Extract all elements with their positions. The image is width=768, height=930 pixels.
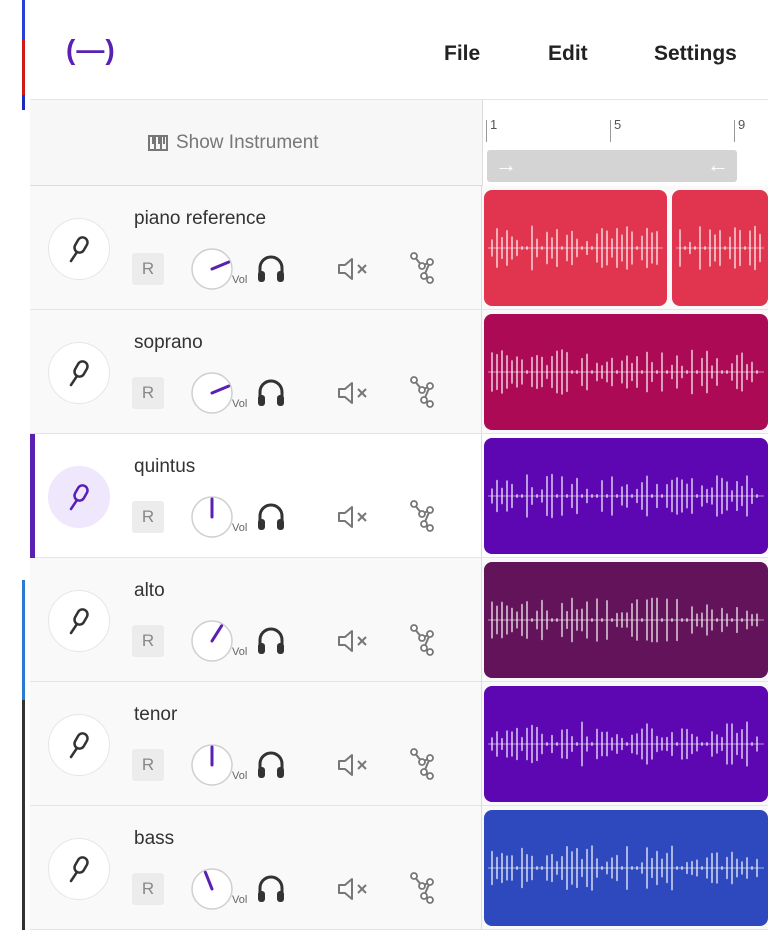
ruler-label-9: 9 <box>738 117 746 132</box>
track-header: quintus R Vol <box>30 434 482 558</box>
volume-knob[interactable] <box>190 867 234 911</box>
microphone-icon <box>69 732 89 759</box>
headphones-icon[interactable] <box>256 376 286 408</box>
show-instrument-label: Show Instrument <box>176 132 319 153</box>
volume-label: Vol <box>232 646 248 658</box>
volume-knob[interactable] <box>190 247 234 291</box>
mute-icon[interactable] <box>336 752 370 778</box>
track-row: tenor R Vol <box>30 682 768 806</box>
effects-icon[interactable] <box>406 746 438 782</box>
audio-clip[interactable] <box>672 190 768 306</box>
headphones-icon[interactable] <box>256 624 286 656</box>
audio-clip[interactable] <box>484 314 768 430</box>
headphones-icon[interactable] <box>256 252 286 284</box>
edge-mark <box>22 580 25 700</box>
loop-start-handle[interactable]: → <box>495 152 517 178</box>
effects-icon[interactable] <box>406 498 438 534</box>
daw-app: (—) File Edit Settings Show Instrument 1… <box>30 0 768 930</box>
mute-icon[interactable] <box>336 504 370 530</box>
volume-knob[interactable] <box>190 495 234 539</box>
track-name: quintus <box>134 456 196 477</box>
record-arm-button[interactable]: R <box>132 501 164 533</box>
ruler-label-1: 1 <box>490 117 498 132</box>
record-arm-button[interactable]: R <box>132 749 164 781</box>
headphones-icon[interactable] <box>256 500 286 532</box>
track-header: bass R Vol <box>30 806 482 930</box>
track-name: tenor <box>134 704 178 725</box>
effects-icon[interactable] <box>406 622 438 658</box>
left-edge-strip <box>0 0 30 930</box>
track-row: alto R Vol <box>30 558 768 682</box>
ruler-tick <box>734 120 735 142</box>
track-header-row: Show Instrument 1 5 9 → ← <box>30 100 768 186</box>
volume-label: Vol <box>232 274 248 286</box>
piano-keys-icon <box>148 135 168 151</box>
effects-icon[interactable] <box>406 250 438 286</box>
headphones-icon[interactable] <box>256 748 286 780</box>
track-header: tenor R Vol <box>30 682 482 806</box>
menu-settings[interactable]: Settings <box>654 42 737 66</box>
mute-icon[interactable] <box>336 876 370 902</box>
track-name: piano reference <box>134 208 267 229</box>
volume-knob[interactable] <box>190 619 234 663</box>
microphone-button[interactable] <box>48 342 110 404</box>
record-arm-button[interactable]: R <box>132 253 164 285</box>
audio-clip[interactable] <box>484 686 768 802</box>
effects-icon[interactable] <box>406 374 438 410</box>
record-arm-button[interactable]: R <box>132 873 164 905</box>
volume-label: Vol <box>232 770 248 782</box>
edge-mark <box>22 95 25 110</box>
track-header: alto R Vol <box>30 558 482 682</box>
volume-label: Vol <box>232 398 248 410</box>
edge-mark <box>22 40 25 95</box>
microphone-button[interactable] <box>48 714 110 776</box>
app-logo[interactable]: (—) <box>66 34 116 66</box>
mute-icon[interactable] <box>336 380 370 406</box>
microphone-icon <box>69 236 89 263</box>
microphone-icon <box>69 608 89 635</box>
mute-icon[interactable] <box>336 628 370 654</box>
timeline-ruler[interactable]: 1 5 9 → ← <box>482 100 768 186</box>
audio-clip[interactable] <box>484 190 667 306</box>
edge-mark <box>22 700 25 930</box>
audio-clip[interactable] <box>484 810 768 926</box>
microphone-button[interactable] <box>48 218 110 280</box>
microphone-icon <box>69 856 89 883</box>
loop-region[interactable]: → ← <box>487 150 737 182</box>
loop-end-handle[interactable]: ← <box>707 152 729 178</box>
track-row: bass R Vol <box>30 806 768 930</box>
ruler-tick <box>486 120 487 142</box>
microphone-icon <box>69 484 89 511</box>
track-name: soprano <box>134 332 203 353</box>
mute-icon[interactable] <box>336 256 370 282</box>
ruler-label-5: 5 <box>614 117 622 132</box>
volume-knob[interactable] <box>190 743 234 787</box>
edge-mark <box>22 0 25 40</box>
track-name: alto <box>134 580 165 601</box>
microphone-icon <box>69 360 89 387</box>
audio-clip[interactable] <box>484 562 768 678</box>
track-row: quintus R Vol <box>30 434 768 558</box>
effects-icon[interactable] <box>406 870 438 906</box>
track-header: piano reference R Vol <box>30 186 482 310</box>
record-arm-button[interactable]: R <box>132 625 164 657</box>
microphone-button[interactable] <box>48 466 110 528</box>
microphone-button[interactable] <box>48 838 110 900</box>
volume-label: Vol <box>232 894 248 906</box>
record-arm-button[interactable]: R <box>132 377 164 409</box>
track-header: soprano R Vol <box>30 310 482 434</box>
volume-knob[interactable] <box>190 371 234 415</box>
volume-label: Vol <box>232 522 248 534</box>
show-instrument-button[interactable]: Show Instrument <box>148 132 319 154</box>
top-bar: (—) File Edit Settings <box>30 0 768 100</box>
track-row: piano reference R Vol <box>30 186 768 310</box>
audio-clip[interactable] <box>484 438 768 554</box>
menu-edit[interactable]: Edit <box>548 42 588 66</box>
track-row: soprano R Vol <box>30 310 768 434</box>
microphone-button[interactable] <box>48 590 110 652</box>
track-name: bass <box>134 828 175 849</box>
headphones-icon[interactable] <box>256 872 286 904</box>
menu-file[interactable]: File <box>444 42 480 66</box>
ruler-tick <box>610 120 611 142</box>
